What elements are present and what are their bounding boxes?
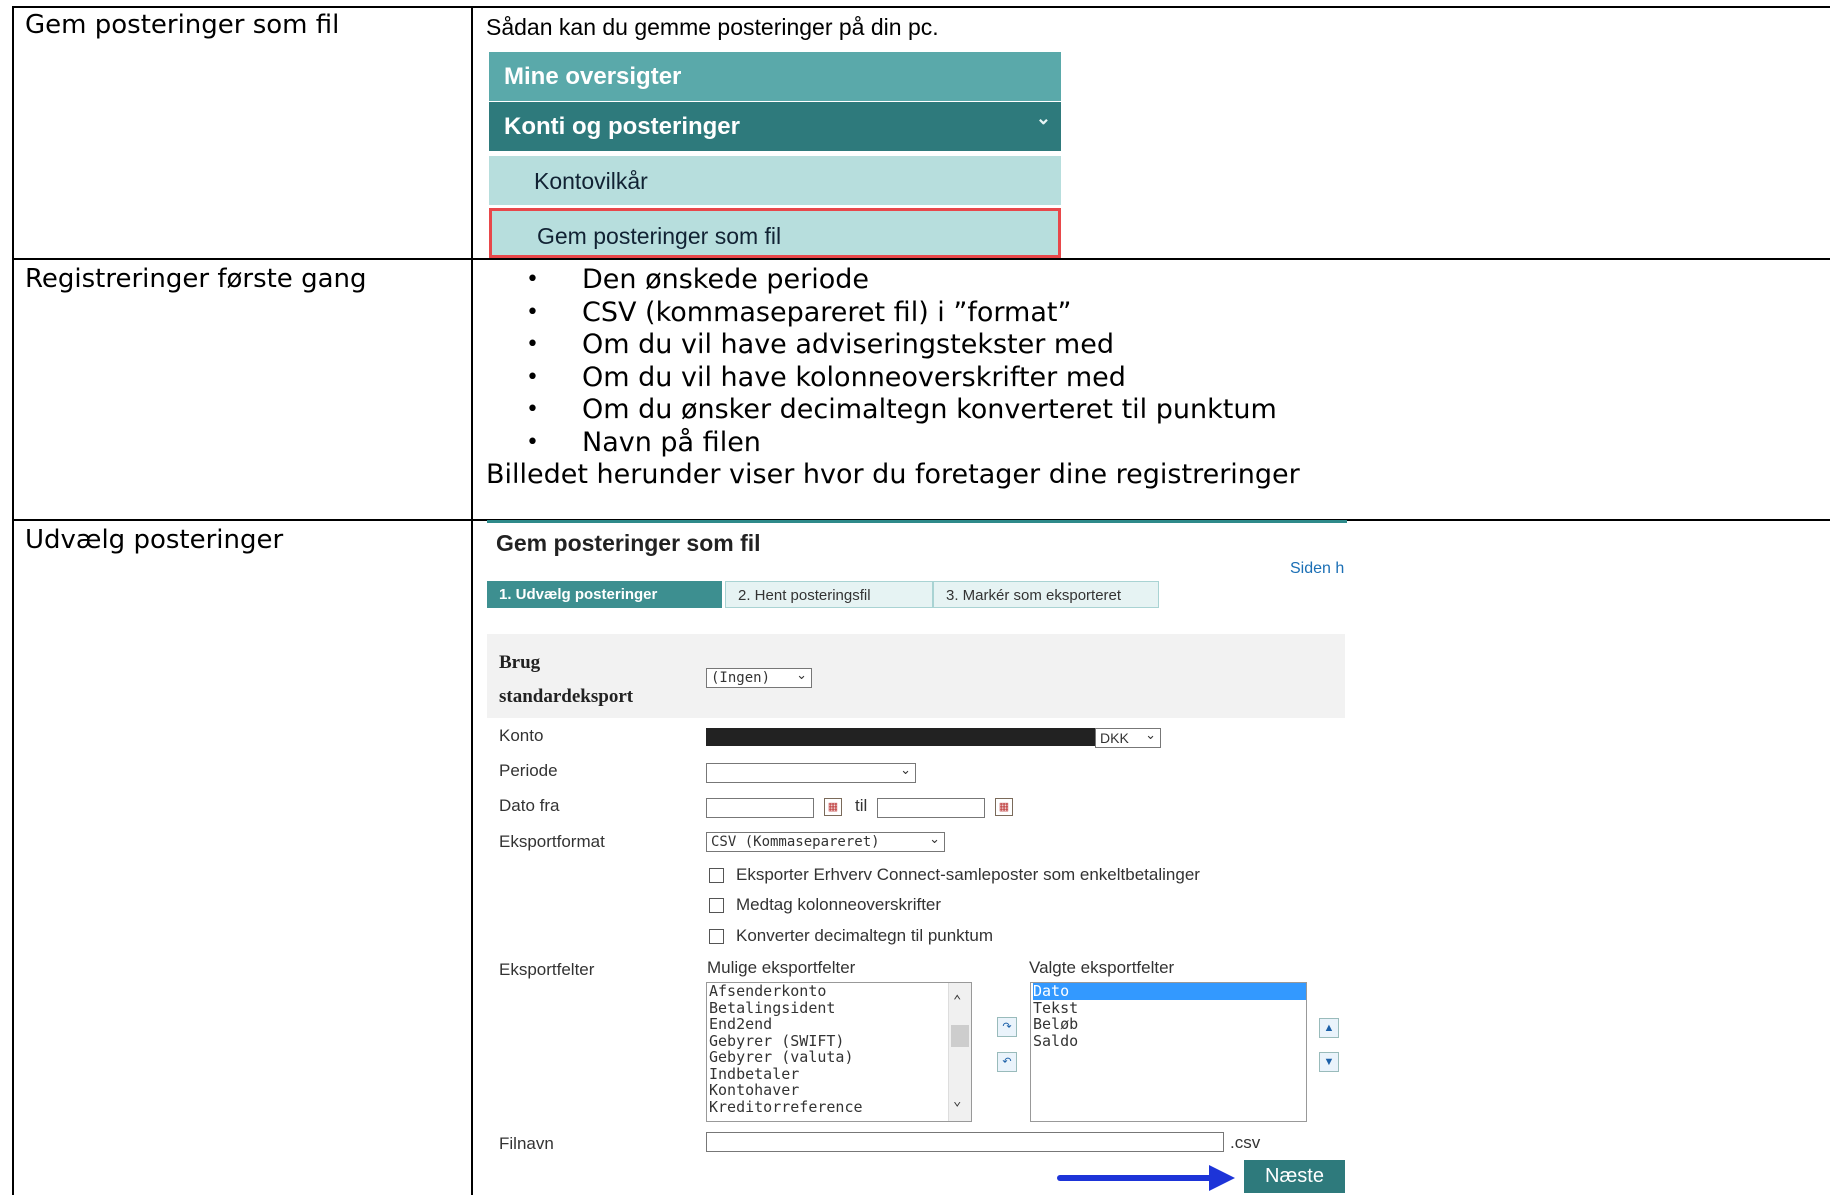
format-label: Eksportformat (499, 832, 605, 851)
scrollbar[interactable]: ⌃ ⌄ (948, 983, 971, 1121)
row-label-udvaelg: Udvælg posteringer (25, 525, 284, 555)
calendar-icon[interactable]: ▦ (824, 798, 842, 816)
std-export-select[interactable]: (Ingen) ⌄ (706, 668, 812, 688)
filename-label: Filnavn (499, 1134, 554, 1153)
redacted-account (706, 728, 1096, 746)
checkbox-label: Eksporter Erhverv Connect-samleposter so… (736, 865, 1200, 884)
selected-label: Valgte eksportfelter (1029, 958, 1175, 977)
form-title: Gem posteringer som fil (496, 530, 761, 556)
std-export-label-2: standardeksport (499, 686, 634, 707)
table-border-top (12, 6, 1830, 8)
menu-item-mine-oversigter[interactable]: Mine oversigter (489, 52, 1061, 101)
list-item: Om du vil have adviseringstekster med (526, 329, 1277, 362)
scroll-thumb[interactable] (951, 1025, 969, 1047)
list-item[interactable]: End2end (709, 1016, 971, 1033)
chevron-down-icon: ⌄ (900, 763, 911, 778)
arrow-line (1057, 1175, 1217, 1181)
list-item[interactable]: Tekst (1033, 999, 1306, 1017)
row-label-registreringer: Registreringer første gang (25, 264, 367, 294)
til-label: til (855, 796, 868, 815)
filename-input[interactable] (706, 1132, 1224, 1152)
list-item[interactable]: Beløb (1033, 1016, 1306, 1033)
menu-item-gem-posteringer[interactable]: Gem posteringer som fil (489, 208, 1061, 258)
next-button[interactable]: Næste (1244, 1160, 1345, 1193)
list-item[interactable]: Saldo (1033, 1032, 1306, 1050)
date-to-input[interactable] (877, 798, 985, 818)
caption-text: Billedet herunder viser hvor du foretage… (486, 459, 1300, 490)
date-from-input[interactable] (706, 798, 814, 818)
list-item[interactable]: Kontohaver (709, 1082, 971, 1099)
available-fields-list[interactable]: Afsenderkonto Betalingsident End2end Geb… (706, 982, 972, 1122)
move-up-icon[interactable]: ▲ (1319, 1018, 1339, 1038)
menu-item-label: Konti og posteringer (504, 113, 740, 140)
list-item[interactable]: Gebyrer (valuta) (709, 1049, 971, 1066)
list-item: Om du vil have kolonneoverskrifter med (526, 362, 1277, 395)
menu-item-konti[interactable]: Konti og posteringer ⌄ (489, 102, 1061, 151)
menu-item-kontovilkaar[interactable]: Kontovilkår (489, 156, 1061, 205)
list-item[interactable]: Betalingsident (709, 999, 971, 1017)
move-left-icon[interactable]: ↶ (997, 1052, 1017, 1072)
chevron-down-icon: ⌄ (796, 668, 807, 683)
menu-item-label: Kontovilkår (534, 168, 648, 194)
bullet-list: Den ønskede periode CSV (kommasepareret … (526, 264, 1277, 459)
list-item: Den ønskede periode (526, 264, 1277, 297)
periode-label: Periode (499, 761, 558, 780)
list-item: Om du ønsker decimaltegn konverteret til… (526, 394, 1277, 427)
table-border-row1 (12, 258, 1830, 260)
row-label-gem: Gem posteringer som fil (25, 10, 340, 40)
table-border-middle (471, 6, 473, 1195)
step-3[interactable]: 3. Markér som eksporteret (933, 581, 1159, 608)
checkbox-samleposter[interactable] (709, 868, 724, 883)
step-1[interactable]: 1. Udvælg posteringer (487, 581, 722, 608)
checkbox-label: Medtag kolonneoverskrifter (736, 895, 942, 914)
calendar-icon[interactable]: ▦ (995, 798, 1013, 816)
side-link[interactable]: Siden h (1290, 560, 1344, 578)
format-select[interactable]: CSV (Kommasepareret) ⌄ (706, 832, 945, 852)
menu-item-label: Gem posteringer som fil (537, 223, 782, 249)
menu-item-label: Mine oversigter (504, 63, 682, 90)
step-2[interactable]: 2. Hent posteringsfil (725, 581, 933, 608)
list-item: Navn på filen (526, 427, 1277, 460)
format-value: CSV (Kommasepareret) (711, 834, 880, 850)
move-right-icon[interactable]: ↷ (997, 1017, 1017, 1037)
konto-currency: DKK (1100, 730, 1129, 746)
list-item[interactable]: Gebyrer (SWIFT) (709, 1032, 971, 1050)
list-item: CSV (kommasepareret fil) i ”format” (526, 297, 1277, 330)
checkbox-kolonneoverskrifter[interactable] (709, 898, 724, 913)
list-item[interactable]: Afsenderkonto (709, 983, 971, 1000)
form-top-border (487, 520, 1347, 523)
konto-label: Konto (499, 726, 544, 745)
dato-label: Dato fra (499, 796, 560, 815)
list-item[interactable]: Kreditorreference (709, 1098, 971, 1116)
selected-fields-list[interactable]: Dato Tekst Beløb Saldo (1030, 982, 1307, 1122)
chevron-down-icon[interactable]: ⌄ (953, 1093, 961, 1110)
checkbox-label: Konverter decimaltegn til punktum (736, 926, 994, 945)
table-border-left (12, 6, 14, 1195)
checkbox-decimaltegn[interactable] (709, 929, 724, 944)
chevron-down-icon: ⌄ (1035, 108, 1051, 128)
available-label: Mulige eksportfelter (707, 958, 856, 977)
filename-ext: .csv (1230, 1133, 1261, 1152)
std-export-label-1: Brug (499, 652, 541, 673)
chevron-up-icon[interactable]: ⌃ (953, 993, 961, 1010)
periode-select[interactable]: ⌄ (706, 763, 916, 783)
konto-select[interactable]: DKK ⌄ (1095, 728, 1161, 748)
intro-text: Sådan kan du gemme posteringer på din pc… (486, 14, 939, 40)
chevron-down-icon: ⌄ (929, 832, 940, 847)
std-export-value: (Ingen) (711, 670, 771, 686)
chevron-down-icon: ⌄ (1145, 728, 1156, 743)
list-item[interactable]: Indbetaler (709, 1065, 971, 1083)
fields-label: Eksportfelter (499, 960, 595, 979)
list-item[interactable]: Dato (1033, 983, 1306, 1000)
arrow-right-icon (1209, 1165, 1235, 1191)
move-down-icon[interactable]: ▼ (1319, 1052, 1339, 1072)
export-form: Gem posteringer som fil Siden h 1. Udvæl… (487, 520, 1347, 1195)
